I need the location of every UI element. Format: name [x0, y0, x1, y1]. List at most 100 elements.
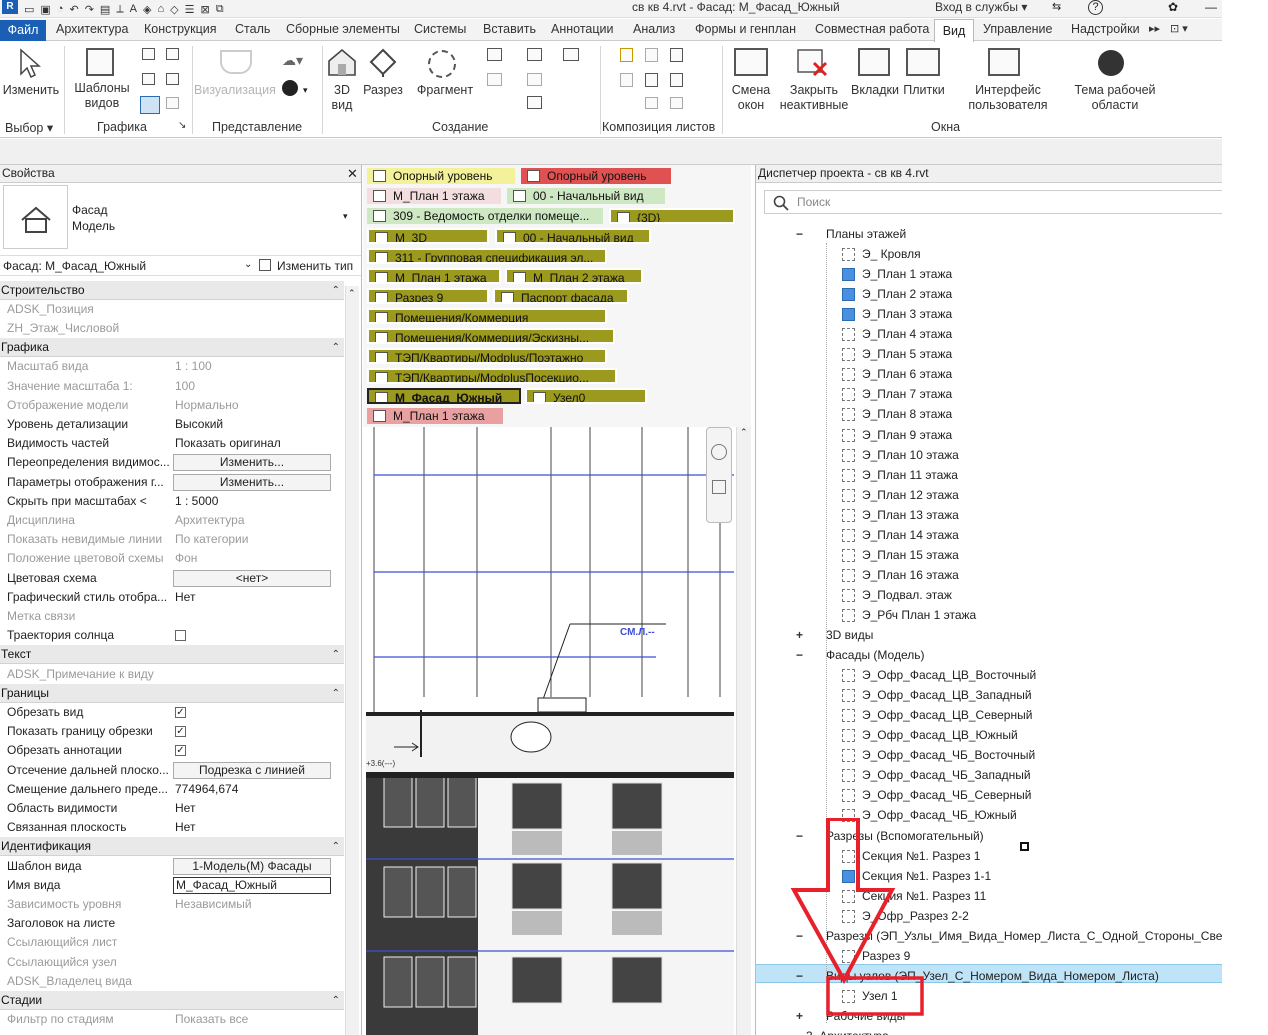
- browser-view-item[interactable]: Э_Подвал. этаж: [842, 586, 1202, 604]
- property-checkbox[interactable]: [175, 630, 186, 642]
- browser-view-item[interactable]: Э_Офр_Фасад_ЧБ_Восточный: [842, 746, 1202, 764]
- show-hidden-icon[interactable]: [166, 73, 179, 85]
- collapse-icon[interactable]: ⌃: [332, 645, 340, 664]
- type-selector-dropdown-icon[interactable]: ▾: [343, 211, 348, 222]
- view-tab[interactable]: Опорный уровень: [367, 168, 515, 184]
- duplicate-view-icon[interactable]: [527, 73, 542, 86]
- browser-view-item[interactable]: Э_План 8 этажа: [842, 405, 1202, 423]
- view-tab[interactable]: М_Фасад_Южный: [367, 388, 521, 404]
- scroll-up-icon[interactable]: ⌃: [348, 288, 356, 299]
- group-select[interactable]: Выбор ▾: [5, 120, 53, 135]
- tab-manage[interactable]: Управление: [983, 22, 1053, 36]
- drafting-view-icon[interactable]: [487, 73, 502, 86]
- view-tab[interactable]: М_План 1 этажа: [367, 268, 501, 284]
- collapse-icon[interactable]: −: [796, 225, 803, 243]
- browser-view-item[interactable]: Э_План 13 этажа: [842, 506, 1202, 524]
- tab-insert[interactable]: Вставить: [483, 22, 536, 36]
- browser-view-item[interactable]: Э_Офр_Фасад_ЧБ_Северный: [842, 786, 1202, 804]
- property-section[interactable]: Стадии ⌃: [0, 990, 344, 1011]
- expand-icon[interactable]: +: [796, 626, 803, 644]
- switch-windows-icon[interactable]: ⧉: [216, 3, 224, 16]
- 3d-icon[interactable]: ⌂: [157, 3, 164, 15]
- tab-analyze[interactable]: Анализ: [633, 22, 675, 36]
- browser-view-item[interactable]: Э_План 10 этажа: [842, 446, 1202, 464]
- browser-view-item[interactable]: Э_Рбч План 1 этажа: [842, 606, 1202, 624]
- title-block-icon[interactable]: [645, 48, 658, 62]
- revit-logo[interactable]: R: [2, 0, 18, 14]
- redo-icon[interactable]: ↷: [85, 3, 94, 16]
- tag-icon[interactable]: ◈: [143, 3, 151, 16]
- view-tab[interactable]: М_План 2 этажа: [505, 268, 643, 284]
- schedules-icon[interactable]: [563, 48, 579, 61]
- browser-view-item[interactable]: Э_План 2 этажа: [842, 285, 1202, 303]
- thin-lines-icon[interactable]: ☰: [185, 3, 195, 16]
- steering-wheel-icon[interactable]: [282, 80, 298, 96]
- place-view-icon[interactable]: [620, 73, 633, 87]
- view-tab[interactable]: М_План 1 этажа: [367, 408, 503, 424]
- view-tab[interactable]: 00 - Начальный вид: [507, 188, 665, 204]
- browser-view-item[interactable]: Э_План 1 этажа: [842, 265, 1202, 283]
- browser-group[interactable]: +3D виды: [796, 626, 1222, 644]
- browser-view-item[interactable]: Э_Офр_Фасад_ЧБ_Западный: [842, 766, 1202, 784]
- browser-view-item[interactable]: Э_План 12 этажа: [842, 486, 1202, 504]
- properties-scrollbar[interactable]: ⌃: [345, 286, 359, 1035]
- browser-view-item[interactable]: Э_План 9 этажа: [842, 426, 1202, 444]
- workspace-theme-button[interactable]: Тема рабочей области: [1062, 83, 1168, 113]
- browser-view-item[interactable]: Э_План 11 этажа: [842, 466, 1202, 484]
- tab-architecture[interactable]: Архитектура: [56, 22, 128, 36]
- sync-icon[interactable]: ◔: [57, 3, 64, 15]
- browser-view-item[interactable]: Э_План 16 этажа: [842, 566, 1202, 584]
- browser-view-item[interactable]: Э_План 4 этажа: [842, 325, 1202, 343]
- panel-options-icon[interactable]: ⊡ ▾: [1170, 22, 1188, 35]
- tab-annotate[interactable]: Аннотации: [551, 22, 613, 36]
- collapse-icon[interactable]: ⌃: [332, 991, 340, 1010]
- zoom-icon[interactable]: [712, 480, 726, 494]
- property-value[interactable]: Нет: [175, 818, 333, 837]
- property-value[interactable]: Высокий: [175, 415, 333, 434]
- property-value[interactable]: Нет: [175, 588, 333, 607]
- view-tab[interactable]: 00 - Начальный вид: [495, 228, 651, 244]
- collapse-icon[interactable]: ⌃: [332, 684, 340, 703]
- browser-group[interactable]: − Фасады (Модель): [796, 646, 1222, 664]
- property-edit-button[interactable]: Подрезка с линией: [173, 761, 331, 779]
- thin-lines-icon[interactable]: [142, 73, 155, 85]
- property-edit-button[interactable]: 1-Модель(М) Фасады: [173, 857, 331, 875]
- exchange-icon[interactable]: ⇆: [1052, 0, 1061, 13]
- view-tab[interactable]: ТЭП/Квартиры/Modplus/Поэтажно: [367, 348, 607, 364]
- view-tab[interactable]: Паспорт фасада: [493, 288, 629, 304]
- tab-precast[interactable]: Сборные элементы: [286, 22, 400, 36]
- property-checkbox[interactable]: ✓: [175, 726, 186, 738]
- save-icon[interactable]: ▣: [40, 3, 50, 16]
- tab-collaborate[interactable]: Совместная работа: [815, 22, 929, 36]
- property-section[interactable]: Строительство ⌃: [0, 280, 344, 300]
- property-edit-button[interactable]: <нет>: [173, 569, 331, 587]
- collapse-icon[interactable]: ⌃: [332, 281, 340, 300]
- filters-icon[interactable]: [166, 48, 179, 60]
- instance-selector[interactable]: Фасад: М_Фасад_Южный ⌄ Изменить тип: [0, 255, 361, 276]
- callout-button[interactable]: Фрагмент: [412, 83, 478, 98]
- undo-icon[interactable]: ↶: [69, 3, 78, 16]
- view-tab[interactable]: {3D}: [609, 208, 735, 224]
- tab-view[interactable]: Вид: [934, 19, 974, 42]
- browser-view-item[interactable]: Э_План 7 этажа: [842, 385, 1202, 403]
- help-icon[interactable]: ?: [1088, 0, 1103, 15]
- property-section[interactable]: Границы ⌃: [0, 683, 344, 703]
- browser-view-item[interactable]: Э_Офр_Фасад_ЦВ_Южный: [842, 726, 1202, 744]
- browser-view-item[interactable]: Э_План 3 этажа: [842, 305, 1202, 323]
- tab-file[interactable]: Файл: [0, 20, 46, 41]
- browser-group[interactable]: − Планы этажей: [796, 225, 1222, 243]
- cut-profile-icon[interactable]: [140, 96, 160, 114]
- canvas-scrollbar[interactable]: ⌃: [736, 427, 751, 1035]
- render-gallery-icon[interactable]: ☁▾: [282, 52, 303, 69]
- dialog-launcher-icon[interactable]: ↘: [178, 120, 186, 131]
- tab-steel[interactable]: Сталь: [235, 22, 270, 36]
- 3d-view-button[interactable]: 3D вид: [326, 83, 358, 113]
- view-tab[interactable]: ТЭП/Квартиры/ModplusПосекцио...: [367, 368, 617, 384]
- close-hidden-icon[interactable]: ⊠: [200, 3, 209, 16]
- view-tab[interactable]: Узел0: [525, 388, 647, 404]
- minimize-icon[interactable]: —: [1205, 0, 1217, 14]
- property-value[interactable]: 774964,674: [175, 780, 333, 799]
- view-tab[interactable]: 311 - Групповая спецификация эл...: [367, 248, 607, 264]
- scroll-up-icon[interactable]: ⌃: [740, 427, 748, 438]
- revisions-icon[interactable]: [670, 48, 683, 62]
